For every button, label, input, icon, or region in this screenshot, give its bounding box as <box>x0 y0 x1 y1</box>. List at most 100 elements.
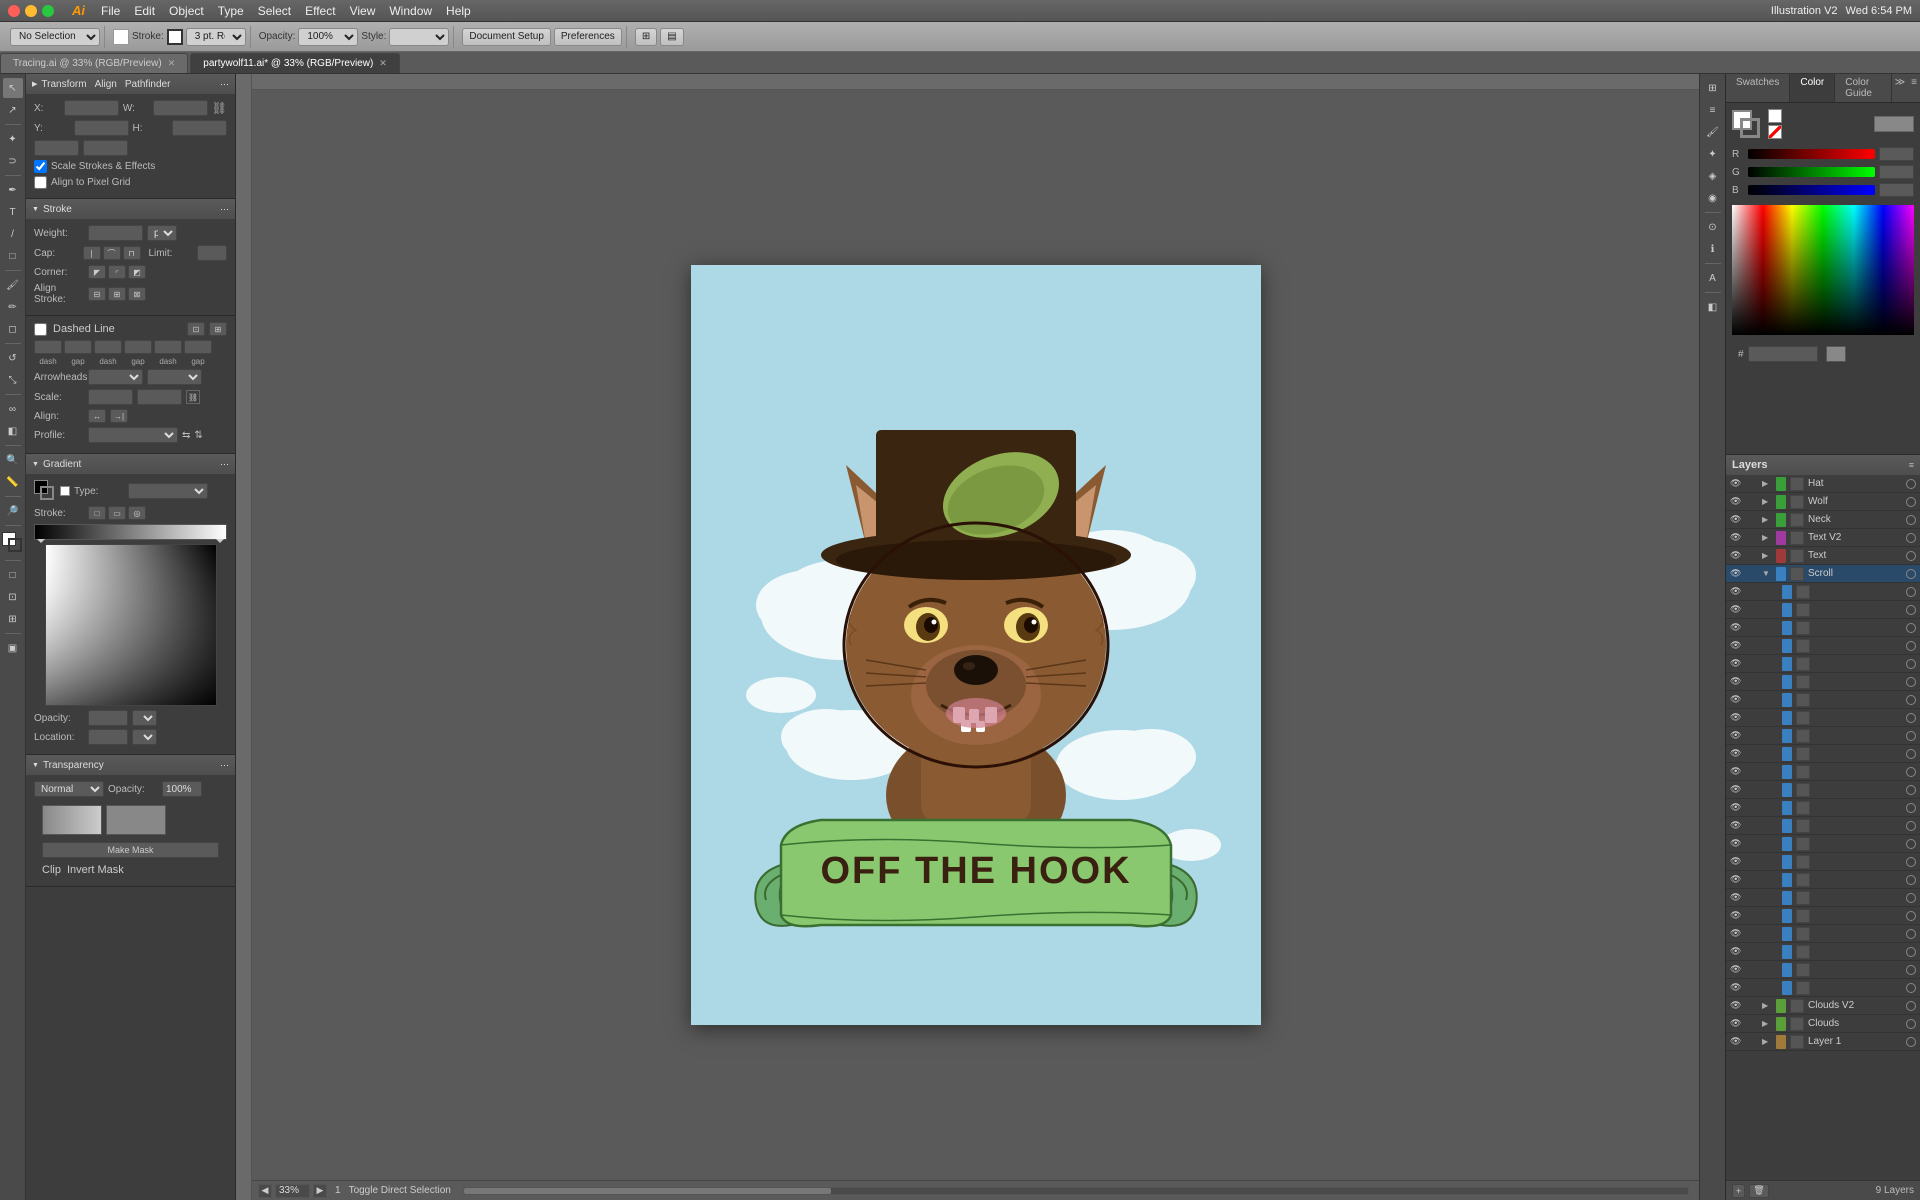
lock-icon[interactable] <box>1746 766 1758 778</box>
expand-icon[interactable]: ▶ <box>1762 1037 1772 1046</box>
eye-icon[interactable]: 👁 <box>1730 802 1742 814</box>
layer-item[interactable]: 👁 <box>1726 961 1920 979</box>
layer-target-radio[interactable] <box>1906 533 1916 543</box>
lock-icon[interactable] <box>1746 928 1758 940</box>
menu-bar[interactable]: File Edit Object Type Select Effect View… <box>101 4 471 18</box>
layer-item[interactable]: 👁 <box>1726 763 1920 781</box>
x-input[interactable] <box>64 100 119 116</box>
zoom-tool[interactable]: 🔎 <box>3 501 23 521</box>
align-inside[interactable]: ⊞ <box>108 287 126 301</box>
arrange-button[interactable]: ⊞ <box>635 28 657 46</box>
blend-mode-select[interactable]: Normal <box>34 781 104 797</box>
lock-icon[interactable] <box>1746 982 1758 994</box>
corner-bevel[interactable]: ◩ <box>128 265 146 279</box>
lock-icon[interactable] <box>1746 856 1758 868</box>
r-slider[interactable] <box>1748 149 1875 159</box>
lock-icon[interactable] <box>1746 532 1758 544</box>
gap2-input[interactable] <box>124 340 152 354</box>
maximize-button[interactable] <box>42 5 54 17</box>
menu-view[interactable]: View <box>350 4 376 18</box>
arrow-start-select[interactable] <box>88 369 143 385</box>
lock-icon[interactable] <box>1746 604 1758 616</box>
layer-item[interactable]: 👁 ▼ Scroll <box>1726 565 1920 583</box>
layer-target-radio[interactable] <box>1906 983 1916 993</box>
eye-icon[interactable]: 👁 <box>1730 640 1742 652</box>
layer-item[interactable]: 👁 <box>1726 979 1920 997</box>
eye-icon[interactable]: 👁 <box>1730 856 1742 868</box>
layer-target-radio[interactable] <box>1906 713 1916 723</box>
selection-tool[interactable]: ↖ <box>3 78 23 98</box>
transparency-header[interactable]: ▼ Transparency ⋯ <box>26 755 235 775</box>
w-input[interactable] <box>153 100 208 116</box>
lock-icon[interactable] <box>1746 568 1758 580</box>
gradient-type-select[interactable] <box>128 483 208 499</box>
gradient-stop-left[interactable] <box>37 539 45 543</box>
layer-target-radio[interactable] <box>1906 695 1916 705</box>
lock-icon[interactable] <box>1746 550 1758 562</box>
stroke-header[interactable]: ▼ Stroke ⋯ <box>26 199 235 219</box>
lock-icon[interactable] <box>1746 874 1758 886</box>
gap1-input[interactable] <box>64 340 92 354</box>
new-layer-button[interactable]: + <box>1732 1184 1745 1198</box>
lock-icon[interactable] <box>1746 478 1758 490</box>
color-fill-stroke-widget[interactable] <box>1732 110 1760 138</box>
eye-icon[interactable]: 👁 <box>1730 964 1742 976</box>
align-arrow-path[interactable]: ↔ <box>88 409 106 423</box>
gradient-tool[interactable]: ◧ <box>3 421 23 441</box>
expand-icon[interactable]: ▶ <box>1762 551 1772 560</box>
align-outside[interactable]: ⊠ <box>128 287 146 301</box>
lock-icon[interactable] <box>1746 676 1758 688</box>
lock-icon[interactable] <box>1746 640 1758 652</box>
layer-item[interactable]: 👁 ▶ Clouds V2 <box>1726 997 1920 1015</box>
gap3-input[interactable] <box>184 340 212 354</box>
lock-icon[interactable] <box>1746 586 1758 598</box>
menu-edit[interactable]: Edit <box>134 4 155 18</box>
dash3-input[interactable] <box>154 340 182 354</box>
pen-tool[interactable]: ✒ <box>3 180 23 200</box>
blend-tool[interactable]: ∞ <box>3 399 23 419</box>
layer-item[interactable]: 👁 <box>1726 619 1920 637</box>
stroke-swatch[interactable] <box>167 29 183 45</box>
layer-target-radio[interactable] <box>1906 1019 1916 1029</box>
pencil-tool[interactable]: ✏ <box>3 297 23 317</box>
tab-tracing[interactable]: Tracing.ai @ 33% (RGB/Preview) ✕ <box>0 53 188 73</box>
h-input[interactable] <box>172 120 227 136</box>
layer-target-radio[interactable] <box>1906 803 1916 813</box>
lock-icon[interactable] <box>1746 622 1758 634</box>
fill-swatch[interactable] <box>113 29 129 45</box>
layer-target-radio[interactable] <box>1906 911 1916 921</box>
expand-icon[interactable]: ▶ <box>1762 515 1772 524</box>
stroke-weight-select[interactable]: 3 pt. Round <box>186 28 246 46</box>
profile-flip-v[interactable]: ⇅ <box>194 430 202 441</box>
layer-item[interactable]: 👁 <box>1726 583 1920 601</box>
eye-icon[interactable]: 👁 <box>1730 874 1742 886</box>
color-white-btn[interactable] <box>1768 109 1782 123</box>
color-panel-menu[interactable]: ≡ <box>1908 74 1920 102</box>
eye-icon[interactable]: 👁 <box>1730 658 1742 670</box>
transform-header[interactable]: ▶ Transform Align Pathfinder ⋯ <box>26 74 235 94</box>
eye-icon[interactable]: 👁 <box>1730 532 1742 544</box>
limit-input[interactable] <box>197 245 227 261</box>
cap-round[interactable]: ⌒ <box>103 246 121 260</box>
lock-icon[interactable] <box>1746 730 1758 742</box>
menu-help[interactable]: Help <box>446 4 471 18</box>
document-setup-button[interactable]: Document Setup <box>462 28 551 46</box>
lock-icon[interactable] <box>1746 1036 1758 1048</box>
eye-icon[interactable]: 👁 <box>1730 820 1742 832</box>
align-arrow-end[interactable]: →| <box>110 409 128 423</box>
zoom-input[interactable] <box>275 1184 310 1198</box>
layer-item[interactable]: 👁 ▶ Hat <box>1726 475 1920 493</box>
g-input[interactable] <box>1879 165 1914 179</box>
gradient-bar[interactable] <box>34 524 227 540</box>
scroll-bar-h[interactable] <box>463 1187 1689 1195</box>
lock-icon[interactable] <box>1746 712 1758 724</box>
eye-icon[interactable]: 👁 <box>1730 910 1742 922</box>
trans-opacity-input[interactable] <box>162 781 202 797</box>
tab-color-guide[interactable]: Color Guide <box>1835 74 1891 102</box>
eye-icon[interactable]: 👁 <box>1730 1000 1742 1012</box>
lock-icon[interactable] <box>1746 1018 1758 1030</box>
eye-icon[interactable]: 👁 <box>1730 946 1742 958</box>
lock-icon[interactable] <box>1746 784 1758 796</box>
symbols-icon[interactable]: ✦ <box>1703 144 1723 164</box>
dash1-input[interactable] <box>34 340 62 354</box>
